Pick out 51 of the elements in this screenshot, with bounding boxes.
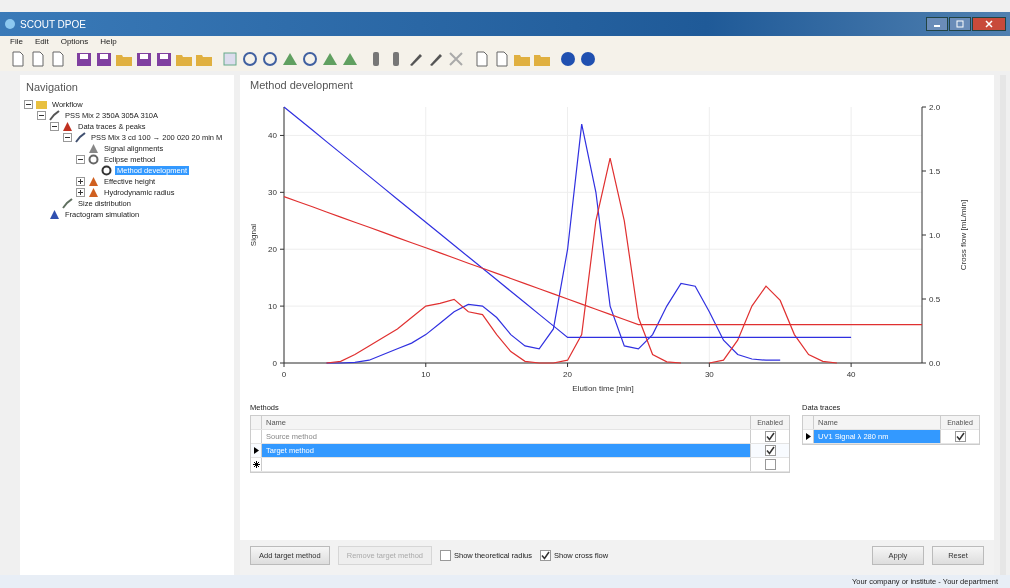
tick-label: 2.0 [929, 103, 941, 112]
enabled-checkbox[interactable] [954, 431, 966, 442]
expander-icon[interactable] [76, 177, 85, 186]
expander-icon[interactable] [63, 133, 72, 142]
menu-item[interactable]: Edit [34, 37, 49, 46]
new-row-icon [252, 461, 260, 468]
panel-title: Navigation [25, 80, 79, 95]
expander-icon[interactable] [76, 155, 85, 164]
menu-item[interactable]: Options [60, 37, 89, 46]
circle-icon[interactable] [300, 49, 319, 69]
tick-label: 0 [272, 359, 277, 368]
tick-label: 10 [421, 370, 431, 379]
expander-icon[interactable] [76, 188, 85, 197]
enabled-checkbox[interactable] [764, 445, 776, 456]
maximize-icon [956, 20, 964, 28]
tick-label: 30 [704, 370, 714, 379]
expander-icon[interactable] [50, 122, 59, 131]
circle-icon[interactable] [240, 49, 259, 69]
close-button[interactable] [972, 17, 1006, 31]
axis-title: Signal [249, 223, 258, 247]
trace-icon [75, 132, 86, 143]
tick-label: 20 [563, 370, 572, 379]
panel-title: Method development [249, 78, 354, 93]
tick-label: 10 [268, 302, 277, 312]
axis-title: Elution time [min] [572, 384, 634, 393]
expander-icon[interactable] [37, 111, 46, 120]
app-icon [4, 18, 16, 30]
maximize-button[interactable] [949, 17, 971, 31]
tick-label: 40 [268, 131, 277, 141]
tick-label: 30 [268, 188, 277, 198]
option-checkbox[interactable] [440, 550, 451, 561]
method-icon [88, 154, 99, 165]
menu-item[interactable]: Help [100, 37, 117, 46]
tick-label: 0 [281, 370, 287, 379]
close-icon [985, 20, 993, 28]
circle-icon[interactable] [260, 49, 279, 69]
minimize-button[interactable] [926, 17, 948, 31]
menu-item[interactable]: File [10, 37, 23, 46]
tick-label: 0.5 [929, 295, 941, 304]
tick-label: 0.0 [929, 359, 941, 368]
tick-label: 20 [268, 245, 277, 255]
option-checkbox[interactable] [540, 550, 551, 561]
tick-label: 1.0 [929, 231, 941, 240]
tick-label: 40 [846, 370, 856, 379]
folder-icon [36, 99, 47, 110]
enabled-checkbox[interactable] [764, 459, 776, 470]
expander-icon[interactable] [24, 100, 33, 109]
tick-label: 1.5 [929, 167, 941, 176]
enabled-checkbox[interactable] [764, 431, 776, 442]
axis-title: Cross flow [mL/min] [959, 199, 968, 271]
window-title: SCOUT DPOE [20, 18, 86, 30]
